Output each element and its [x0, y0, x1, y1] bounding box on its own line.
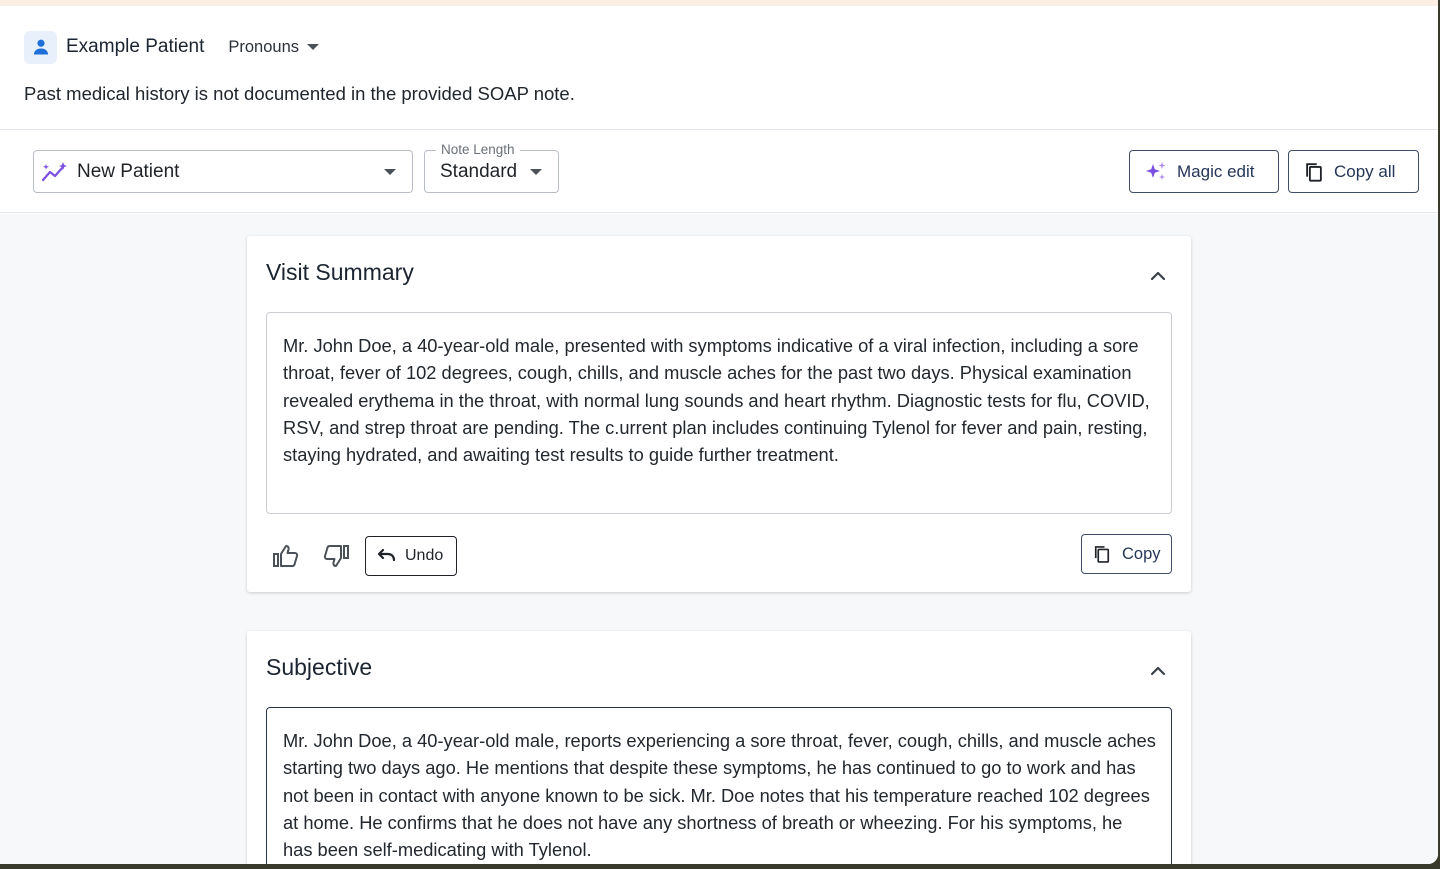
magic-edit-label: Magic edit	[1177, 161, 1255, 181]
sparkles-icon	[1146, 161, 1166, 180]
thumbs-up-icon[interactable]	[269, 539, 303, 573]
undo-icon	[377, 548, 396, 562]
sparkle-trend-icon	[41, 161, 67, 181]
caret-down-icon	[530, 169, 542, 175]
pronouns-dropdown[interactable]: Pronouns	[228, 38, 319, 57]
copy-all-button[interactable]: Copy all	[1288, 150, 1419, 193]
section-text-box[interactable]: Mr. John Doe, a 40-year-old male, report…	[266, 707, 1172, 864]
thumbs-down-icon[interactable]	[319, 539, 353, 573]
note-length-value: Standard	[440, 161, 518, 182]
medical-history-note: Past medical history is not documented i…	[24, 83, 575, 104]
chevron-up-icon[interactable]	[1147, 660, 1169, 682]
note-toolbar: New Patient Note Length Standard Magic e…	[0, 130, 1438, 213]
undo-label: Undo	[405, 547, 444, 564]
app-window: Example Patient Pronouns Past medical hi…	[0, 0, 1438, 864]
copy-icon	[1094, 546, 1110, 563]
copy-section-button[interactable]: Copy	[1081, 534, 1172, 574]
feedback-actions: Undo	[269, 536, 457, 576]
caret-down-icon	[384, 169, 396, 175]
patient-name: Example Patient	[66, 36, 205, 57]
template-select-value: New Patient	[77, 160, 180, 182]
section-card-visit-summary: Visit Summary Mr. John Doe, a 40-year-ol…	[247, 236, 1191, 592]
magic-edit-button[interactable]: Magic edit	[1129, 150, 1279, 193]
top-accent-bar	[0, 0, 1438, 6]
copy-icon	[1306, 162, 1322, 182]
copy-all-label: Copy all	[1334, 161, 1396, 181]
undo-button[interactable]: Undo	[365, 536, 457, 576]
section-text-box[interactable]: Mr. John Doe, a 40-year-old male, presen…	[266, 312, 1172, 514]
copy-section-label: Copy	[1122, 544, 1161, 563]
note-length-legend: Note Length	[436, 142, 520, 157]
chevron-up-icon[interactable]	[1147, 265, 1169, 287]
section-title: Visit Summary	[266, 259, 414, 285]
section-title: Subjective	[266, 654, 373, 680]
section-card-subjective: Subjective Mr. John Doe, a 40-year-old m…	[247, 631, 1191, 864]
note-length-select[interactable]: Note Length Standard	[424, 142, 559, 193]
person-icon	[24, 30, 57, 64]
patient-header: Example Patient Pronouns	[24, 30, 319, 64]
pronouns-label: Pronouns	[228, 37, 299, 56]
template-select[interactable]: New Patient	[33, 150, 413, 193]
note-content-area: Visit Summary Mr. John Doe, a 40-year-ol…	[0, 214, 1438, 864]
caret-down-icon	[307, 44, 319, 50]
